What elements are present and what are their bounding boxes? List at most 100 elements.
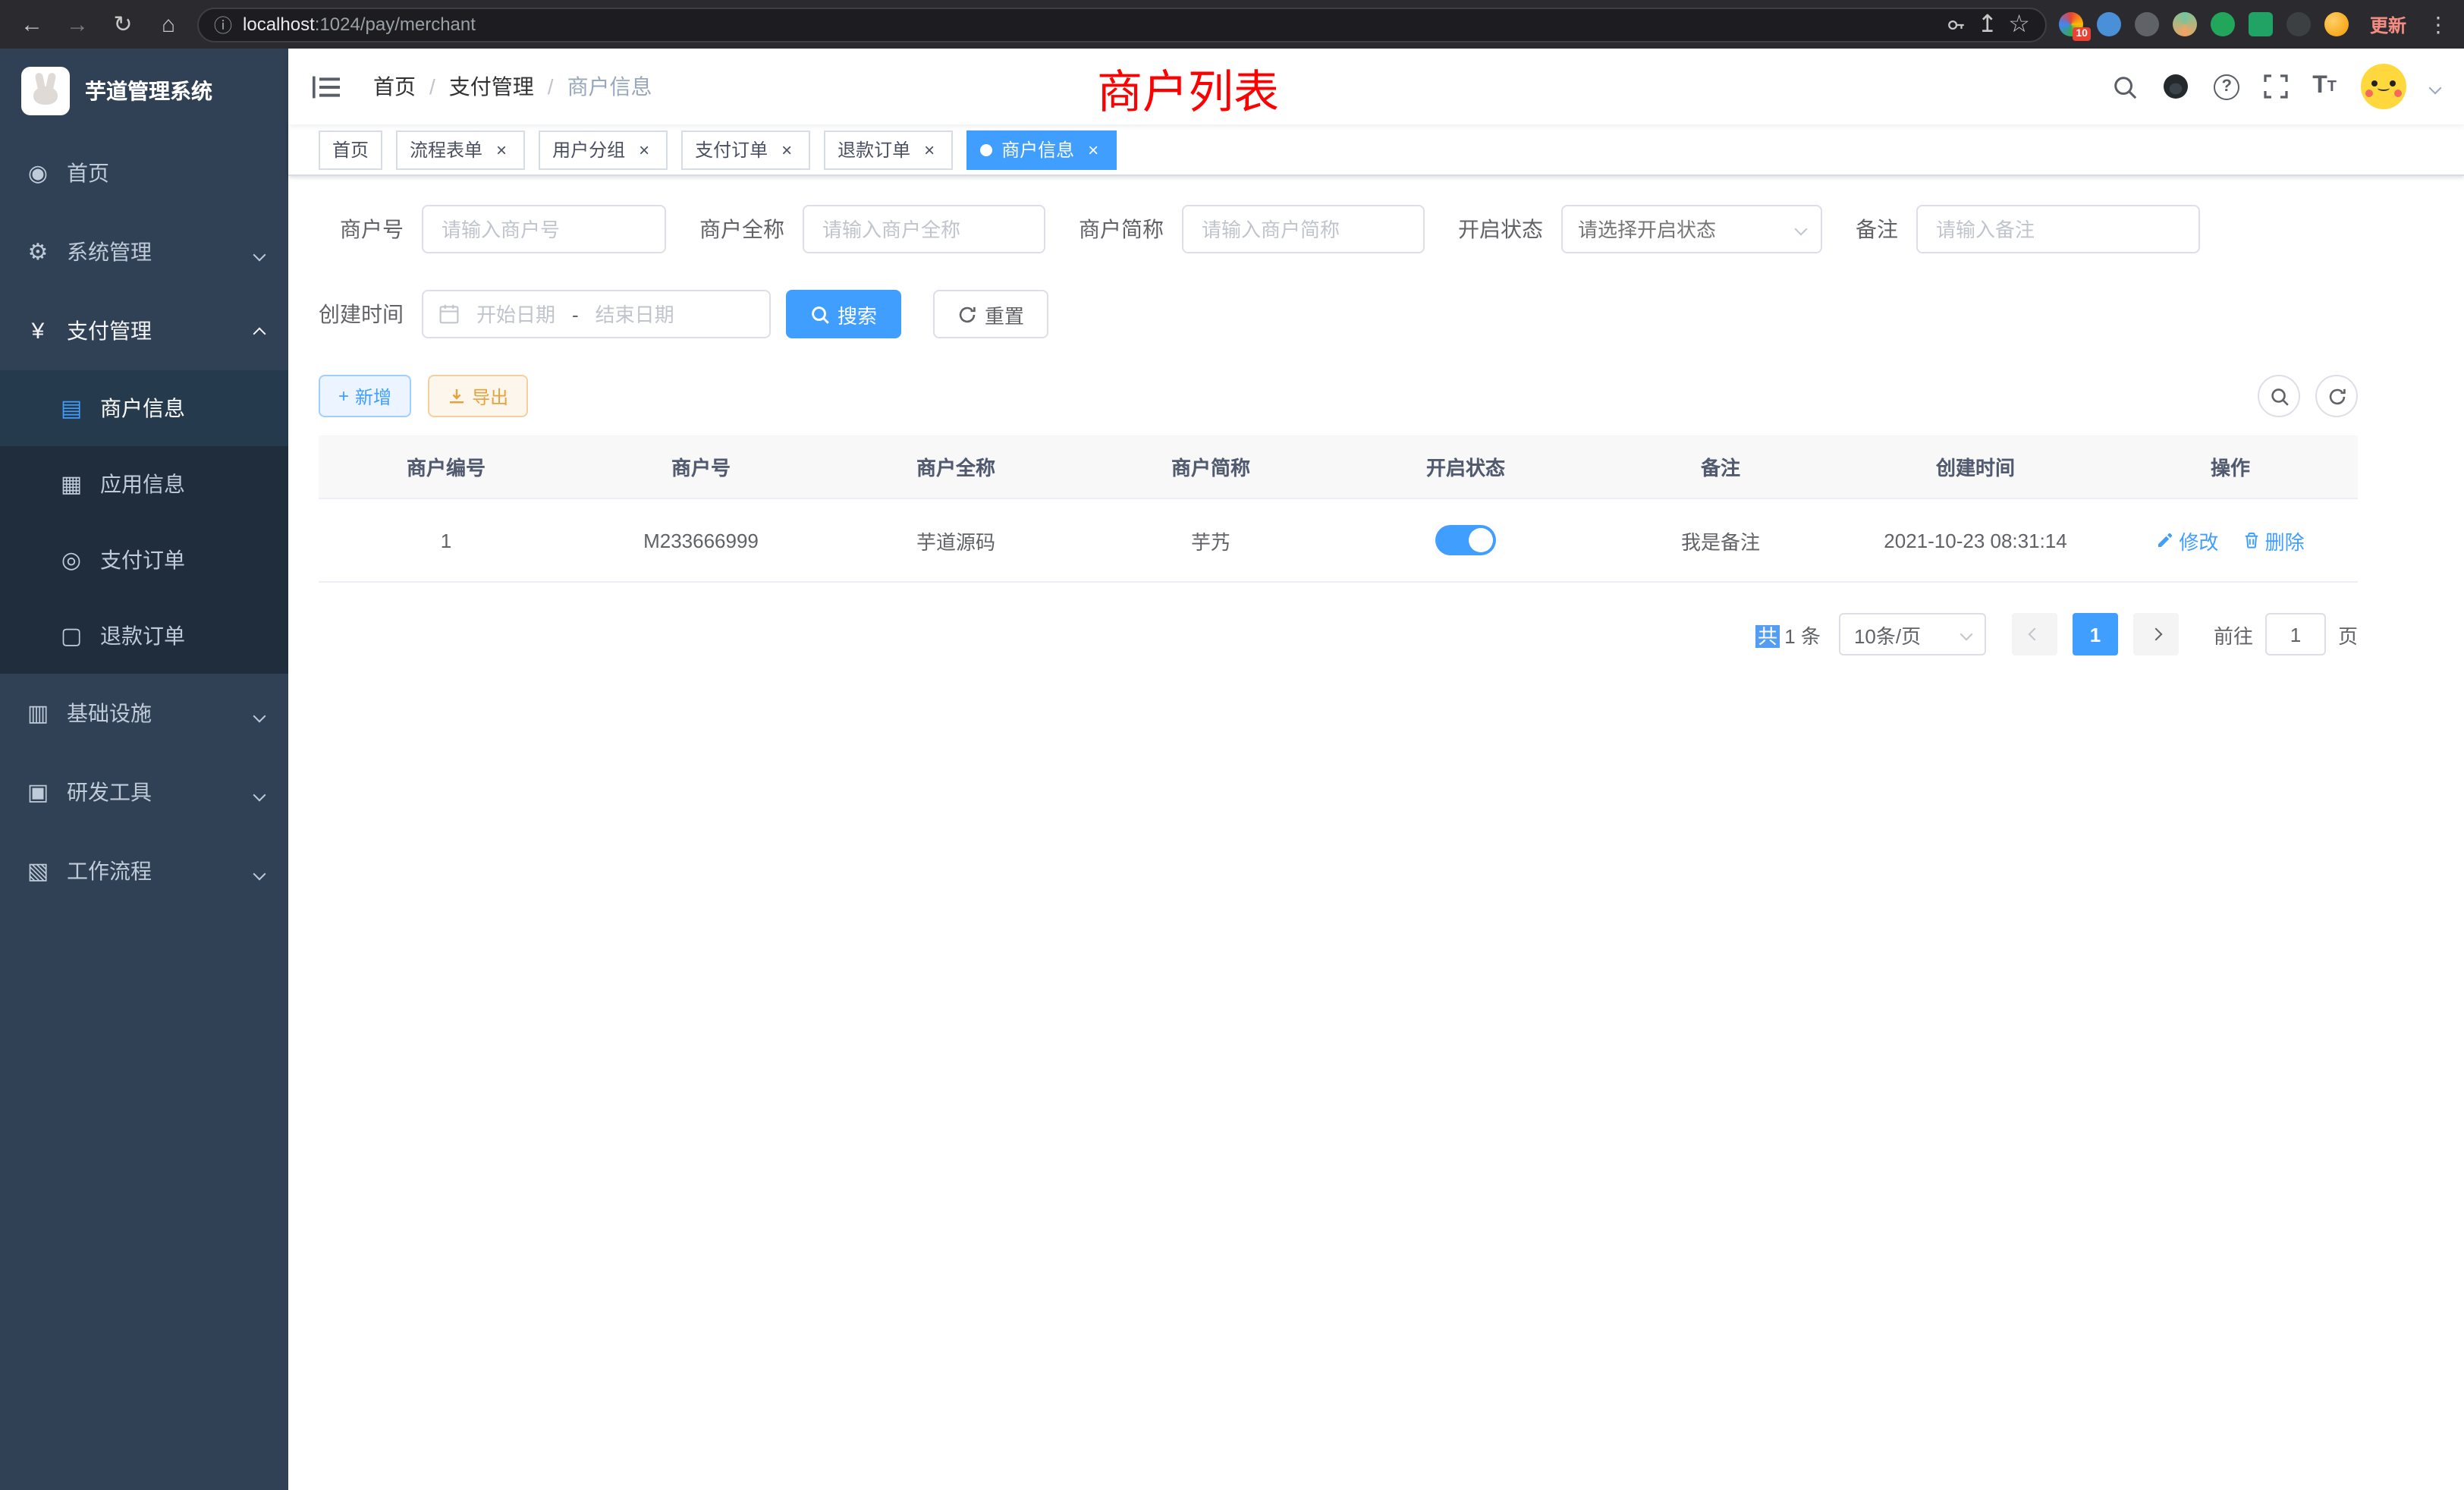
site-info-icon[interactable]: ⓘ	[214, 11, 232, 37]
delete-link[interactable]: 删除	[2242, 526, 2305, 555]
sidebar-item-workflow[interactable]: ▧ 工作流程	[0, 831, 288, 910]
close-icon[interactable]: ×	[492, 140, 511, 159]
avatar-caret-icon[interactable]	[2431, 73, 2440, 100]
refresh-table-button[interactable]	[2315, 375, 2358, 417]
remark-label: 备注	[1856, 214, 1898, 244]
chevron-down-icon	[255, 701, 264, 725]
user-avatar[interactable]	[2361, 64, 2406, 109]
export-button[interactable]: 导出	[428, 375, 528, 417]
key-icon[interactable]	[1947, 14, 1966, 34]
chevron-left-icon	[2028, 628, 2041, 641]
sidebar-item-system-management[interactable]: ⚙ 系统管理	[0, 212, 288, 291]
merchant-no-input[interactable]	[422, 205, 666, 253]
browser-forward-icon[interactable]: →	[61, 8, 94, 41]
cell-full-name: 芋道源码	[828, 498, 1083, 582]
search-icon[interactable]	[2112, 74, 2138, 99]
url-text: localhost:1024/pay/merchant	[243, 14, 1936, 35]
extension-icon[interactable]	[2286, 12, 2311, 36]
merchant-short-label: 商户简称	[1079, 214, 1164, 244]
address-bar[interactable]: ⓘ localhost:1024/pay/merchant ↥ ☆	[197, 7, 2047, 42]
sidebar-item-refund-order[interactable]: ▢ 退款订单	[0, 598, 288, 674]
close-icon[interactable]: ×	[1083, 140, 1103, 159]
profile-avatar-icon[interactable]	[2324, 12, 2349, 36]
cell-short-name: 芋艿	[1083, 498, 1338, 582]
tags-view: 首页 流程表单× 用户分组× 支付订单× 退款订单× 商户信息×	[288, 124, 2464, 176]
extensions-row: 10	[2059, 12, 2349, 36]
close-icon[interactable]: ×	[919, 140, 939, 159]
extension-icon[interactable]	[2097, 12, 2121, 36]
sidebar-item-merchant-info[interactable]: ▤ 商户信息	[0, 370, 288, 446]
status-label: 开启状态	[1458, 214, 1543, 244]
remark-input[interactable]	[1916, 205, 2200, 253]
dashboard-icon: ◉	[24, 159, 52, 187]
search-button[interactable]: 搜索	[786, 290, 901, 338]
add-button[interactable]: + 新增	[319, 375, 411, 417]
tab-process-form[interactable]: 流程表单×	[396, 130, 525, 169]
breadcrumb-home[interactable]: 首页	[373, 71, 416, 102]
share-icon[interactable]: ↥	[1977, 9, 1997, 39]
sidebar-item-app-info[interactable]: ▦ 应用信息	[0, 446, 288, 522]
sidebar-item-home[interactable]: ◉ 首页	[0, 134, 288, 212]
sidebar: 芋道管理系统 ◉ 首页 ⚙ 系统管理 ¥ 支付管理	[0, 49, 288, 1490]
browser-update-button[interactable]: 更新	[2361, 7, 2415, 42]
github-icon[interactable]	[2162, 73, 2189, 100]
bookmark-star-icon[interactable]: ☆	[2008, 9, 2030, 39]
navbar-actions: ? TT	[2112, 64, 2440, 109]
status-select[interactable]	[1561, 205, 1822, 253]
breadcrumb-payment[interactable]: 支付管理	[449, 71, 534, 102]
merchant-short-input[interactable]	[1182, 205, 1425, 253]
total-count: 共 1 条	[1756, 620, 1821, 649]
toggle-search-button[interactable]	[2258, 375, 2300, 417]
goto-page: 前往 页	[2214, 613, 2358, 655]
sidebar-item-infrastructure[interactable]: ▥ 基础设施	[0, 674, 288, 753]
extension-icon[interactable]	[2249, 12, 2273, 36]
hamburger-icon[interactable]	[313, 75, 340, 98]
edit-link[interactable]: 修改	[2156, 526, 2218, 555]
prev-page-button[interactable]	[2012, 613, 2057, 655]
next-page-button[interactable]	[2133, 613, 2179, 655]
sidebar-menu: ◉ 首页 ⚙ 系统管理 ¥ 支付管理 ▤ 商户信息	[0, 134, 288, 1490]
annotation-title: 商户列表	[1097, 55, 1279, 121]
toolbox-icon: ▣	[24, 778, 52, 806]
goto-page-input[interactable]	[2265, 613, 2326, 655]
close-icon[interactable]: ×	[634, 140, 654, 159]
sidebar-item-dev-tools[interactable]: ▣ 研发工具	[0, 753, 288, 831]
browser-reload-icon[interactable]: ↻	[106, 8, 140, 41]
cell-create-time: 2021-10-23 08:31:14	[1848, 498, 2103, 582]
date-end-input[interactable]	[588, 303, 682, 325]
extension-icon[interactable]	[2211, 12, 2235, 36]
page-size-select[interactable]: 10条/页	[1839, 613, 1986, 655]
date-start-input[interactable]	[469, 303, 563, 325]
plus-icon: +	[338, 385, 349, 407]
sidebar-item-pay-order[interactable]: ◎ 支付订单	[0, 522, 288, 598]
status-toggle[interactable]	[1435, 525, 1496, 555]
extension-icon[interactable]	[2173, 12, 2197, 36]
chevron-down-icon	[255, 240, 264, 264]
browser-menu-icon[interactable]: ⋮	[2428, 11, 2449, 37]
reset-button[interactable]: 重置	[933, 290, 1048, 338]
extension-icon[interactable]	[2135, 12, 2159, 36]
chevron-down-icon	[255, 780, 264, 804]
merchant-name-input[interactable]	[803, 205, 1045, 253]
fullscreen-icon[interactable]	[2264, 74, 2288, 99]
chevron-down-icon	[1960, 628, 1972, 641]
breadcrumb-current: 商户信息	[567, 71, 652, 102]
date-range-picker[interactable]: -	[422, 290, 771, 338]
page-number-button[interactable]: 1	[2073, 613, 2118, 655]
merchant-no-label: 商户号	[319, 214, 404, 244]
sidebar-item-payment-management[interactable]: ¥ 支付管理	[0, 291, 288, 370]
tab-home[interactable]: 首页	[319, 130, 382, 169]
logo[interactable]: 芋道管理系统	[0, 49, 288, 134]
font-size-icon[interactable]: TT	[2312, 73, 2337, 100]
browser-back-icon[interactable]: ←	[15, 8, 49, 41]
document-icon: ▢	[58, 622, 85, 649]
browser-home-icon[interactable]: ⌂	[152, 8, 185, 41]
tab-merchant-info[interactable]: 商户信息×	[966, 130, 1117, 169]
tab-refund-order[interactable]: 退款订单×	[824, 130, 953, 169]
close-icon[interactable]: ×	[777, 140, 797, 159]
chevron-right-icon	[2149, 628, 2162, 641]
tab-user-group[interactable]: 用户分组×	[539, 130, 668, 169]
tab-pay-order[interactable]: 支付订单×	[681, 130, 810, 169]
extension-icon[interactable]: 10	[2059, 12, 2083, 36]
help-icon[interactable]: ?	[2214, 74, 2239, 99]
